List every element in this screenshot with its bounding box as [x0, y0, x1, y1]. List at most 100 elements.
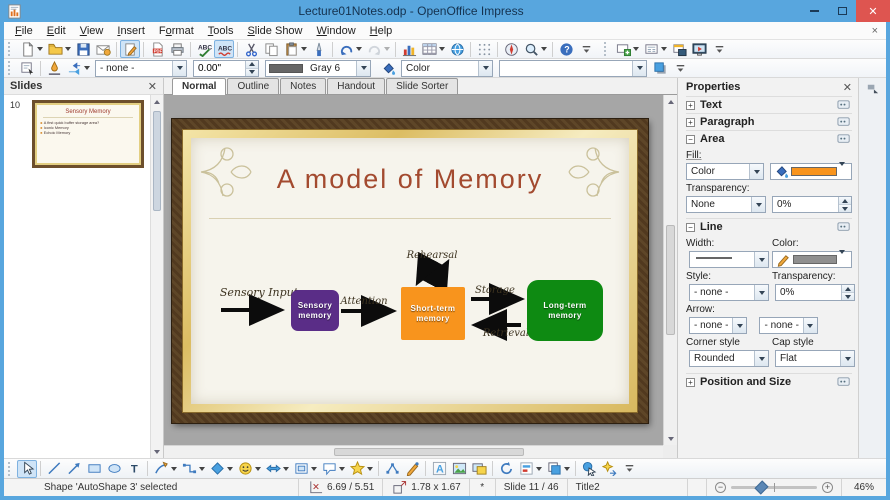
tab-outline[interactable]: Outline	[227, 78, 280, 94]
scroll-up-button[interactable]	[151, 95, 163, 108]
connector-button[interactable]	[179, 460, 207, 478]
line-transparency-spinner[interactable]: 0%	[775, 284, 855, 301]
menu-view[interactable]: View	[73, 24, 111, 38]
navigator-button[interactable]	[501, 40, 521, 58]
line-style-select[interactable]: - none -	[689, 284, 769, 301]
print-button[interactable]	[167, 40, 187, 58]
dropdown-button[interactable]	[356, 60, 370, 76]
undo-button[interactable]	[336, 40, 364, 58]
slides-scrollbar[interactable]	[150, 95, 163, 458]
dropdown-button[interactable]	[749, 164, 763, 179]
arrow-start-select[interactable]: - none -	[689, 317, 748, 334]
line-button[interactable]	[44, 460, 64, 478]
auto-spellcheck-button[interactable]: ABC	[214, 40, 234, 58]
vertical-scrollbar[interactable]	[663, 95, 677, 445]
dialog-launcher-icon[interactable]	[836, 374, 852, 390]
tab-handout[interactable]: Handout	[327, 78, 386, 94]
spin-down-button[interactable]	[839, 205, 851, 212]
paste-button[interactable]	[281, 40, 309, 58]
section-area[interactable]: − Area	[686, 130, 852, 147]
pdf-export-button[interactable]: PDF	[147, 40, 167, 58]
slide-list-item[interactable]: 10 Sensory Memory A first quick buffer sto…	[6, 98, 148, 172]
horizontal-scrollbar[interactable]	[164, 445, 663, 458]
spin-up-button[interactable]	[839, 197, 851, 205]
dropdown-button[interactable]	[840, 351, 854, 366]
spin-down-button[interactable]	[246, 68, 258, 76]
scroll-down-button[interactable]	[664, 432, 677, 445]
dropdown-button[interactable]	[751, 197, 765, 212]
dropdown-button[interactable]	[754, 351, 768, 366]
fill-color-select[interactable]	[499, 59, 647, 77]
new-document-button[interactable]	[17, 40, 45, 58]
tab-slide-sorter[interactable]: Slide Sorter	[386, 78, 459, 94]
section-text[interactable]: + Text	[686, 96, 852, 113]
dropdown-button[interactable]	[754, 252, 768, 267]
zoom-out-button[interactable]: −	[715, 482, 726, 493]
zoom-in-button[interactable]: +	[822, 482, 833, 493]
dialog-launcher-icon[interactable]	[836, 97, 852, 113]
fill-type-select[interactable]: Color	[401, 59, 493, 77]
callouts-button[interactable]	[319, 460, 347, 478]
fontwork-button[interactable]: A	[429, 460, 449, 478]
line-width-spinner[interactable]: 0.00"	[193, 59, 259, 77]
text-button[interactable]: T	[124, 460, 144, 478]
dialog-launcher-icon[interactable]	[836, 219, 852, 235]
line-color-button[interactable]	[772, 250, 852, 268]
corner-style-select[interactable]: Rounded	[689, 350, 769, 367]
dropdown-button[interactable]	[632, 60, 646, 76]
rotate-button[interactable]	[496, 460, 516, 478]
expand-icon[interactable]: +	[686, 117, 695, 127]
email-button[interactable]	[93, 40, 113, 58]
menu-insert[interactable]: Insert	[110, 24, 152, 38]
alignment-button[interactable]	[516, 460, 544, 478]
line-style-select[interactable]: - none -	[95, 59, 187, 77]
toolbar-grip[interactable]	[8, 42, 13, 56]
collapse-icon[interactable]: −	[686, 134, 695, 144]
transparency-spinner[interactable]: 0%	[772, 196, 852, 213]
menu-window[interactable]: Window	[310, 24, 363, 38]
template-indicator[interactable]: Title2	[568, 479, 688, 496]
fill-color-button[interactable]	[770, 162, 852, 180]
slide-thumbnail[interactable]: Sensory Memory A first quick buffer stora…	[32, 100, 144, 168]
menu-tools[interactable]: Tools	[201, 24, 241, 38]
dropdown-button[interactable]	[839, 162, 849, 177]
clone-formatting-button[interactable]	[309, 40, 329, 58]
open-folder-button[interactable]	[45, 40, 73, 58]
copy-button[interactable]	[261, 40, 281, 58]
zoom-track[interactable]	[731, 480, 817, 495]
dropdown-button[interactable]	[839, 250, 849, 265]
styles-formatting-button[interactable]	[17, 59, 37, 77]
toolbar-grip[interactable]	[604, 42, 609, 56]
zoom-percentage[interactable]: 46%	[842, 479, 886, 496]
toolbar-overflow-button[interactable]	[670, 59, 690, 77]
menu-format[interactable]: Format	[152, 24, 201, 38]
symbol-shapes-button[interactable]	[235, 460, 263, 478]
line-dialog-button[interactable]	[44, 59, 64, 77]
select-button[interactable]	[17, 459, 37, 478]
save-button[interactable]	[73, 40, 93, 58]
area-dialog-button[interactable]	[378, 59, 398, 77]
dropdown-button[interactable]	[802, 318, 817, 333]
redo-button[interactable]	[364, 40, 392, 58]
label-attention[interactable]: Attention	[329, 296, 399, 307]
spin-up-button[interactable]	[246, 60, 258, 69]
arrow-shape-button[interactable]	[64, 460, 84, 478]
block-arrows-button[interactable]	[263, 460, 291, 478]
rectangle-button[interactable]	[84, 460, 104, 478]
expand-icon[interactable]: +	[686, 377, 695, 387]
dropdown-button[interactable]	[732, 318, 747, 333]
from-file-button[interactable]	[449, 460, 469, 478]
zoom-button[interactable]	[521, 40, 549, 58]
dropdown-button[interactable]	[172, 60, 186, 76]
tab-notes[interactable]: Notes	[280, 78, 327, 94]
edit-points-button[interactable]	[382, 460, 402, 478]
scrollbar-thumb[interactable]	[334, 448, 524, 456]
fill-type-select[interactable]: Color	[686, 163, 764, 180]
sidebar-menu-icon[interactable]	[865, 80, 881, 96]
basic-shapes-button[interactable]	[207, 460, 235, 478]
arrow-end-select[interactable]: - none -	[759, 317, 818, 334]
zoom-slider[interactable]: − +	[707, 479, 842, 496]
slide-canvas[interactable]: A model of Memory Sensory Input Attentio…	[172, 119, 648, 423]
interaction-button[interactable]	[579, 460, 599, 478]
arrow-style-button[interactable]	[64, 59, 92, 77]
